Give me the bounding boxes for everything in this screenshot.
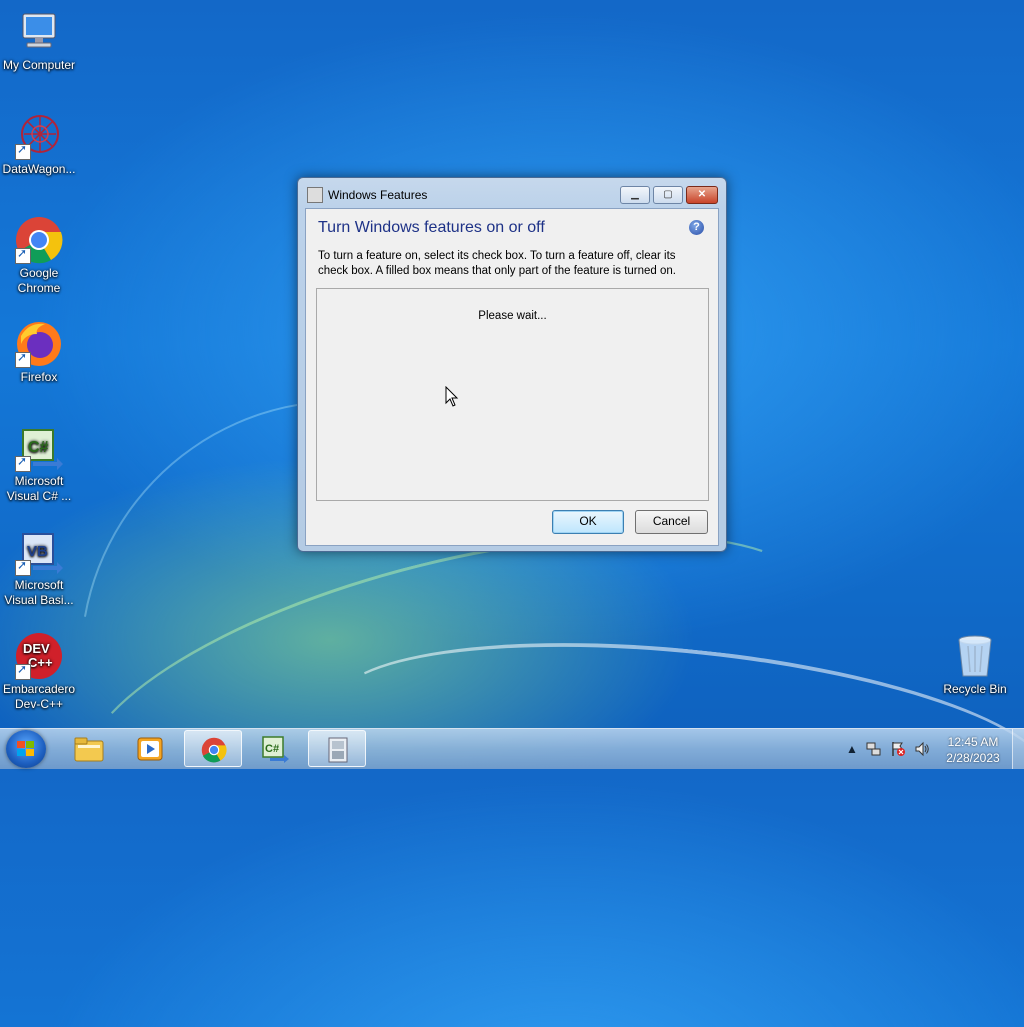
windows-features-icon bbox=[323, 736, 353, 764]
visual-basic-icon: VB bbox=[15, 528, 63, 576]
desktop-icon-label: Google Chrome bbox=[17, 266, 61, 295]
dialog-heading: Turn Windows features on or off bbox=[318, 219, 545, 236]
clock-time: 12:45 AM bbox=[947, 735, 999, 749]
desktop-icon-label: Microsoft Visual C# ... bbox=[6, 474, 72, 503]
desktop-icon-visual-basic[interactable]: VB Microsoft Visual Basi... bbox=[0, 528, 78, 608]
features-list[interactable]: Please wait... bbox=[316, 288, 709, 501]
shortcut-arrow-icon bbox=[15, 246, 31, 264]
chrome-icon bbox=[199, 736, 229, 764]
minimize-icon: ▁ bbox=[631, 189, 639, 200]
visual-csharp-icon: C# bbox=[15, 424, 63, 472]
windows-features-dialog: Windows Features ▁ ▢ ✕ Turn Windows feat… bbox=[297, 177, 727, 552]
recycle-bin-icon bbox=[951, 632, 999, 680]
taskbar-chrome[interactable] bbox=[184, 730, 242, 767]
dev-cpp-icon: DEV C++ bbox=[15, 632, 63, 680]
dialog-titlebar[interactable]: Windows Features ▁ ▢ ✕ bbox=[298, 178, 726, 208]
folder-icon bbox=[74, 735, 104, 763]
close-icon: ✕ bbox=[697, 189, 707, 200]
show-hidden-icons-button[interactable]: ▲ bbox=[844, 741, 860, 757]
desktop-icon-dev-cpp[interactable]: DEV C++ Embarcadero Dev-C++ bbox=[0, 632, 78, 712]
taskbar-clock[interactable]: 12:45 AM 2/28/2023 bbox=[940, 734, 1006, 766]
desktop-icon-firefox[interactable]: Firefox bbox=[0, 320, 78, 385]
desktop-icon-label: Embarcadero Dev-C++ bbox=[2, 682, 76, 711]
show-desktop-button[interactable] bbox=[1012, 729, 1024, 769]
visual-csharp-icon: C# bbox=[260, 735, 290, 763]
network-icon[interactable] bbox=[866, 741, 882, 757]
clock-date: 2/28/2023 bbox=[946, 751, 1000, 765]
svg-text:C#: C# bbox=[265, 743, 279, 755]
shortcut-arrow-icon bbox=[15, 454, 31, 472]
datawagon-icon bbox=[15, 112, 63, 160]
minimize-button[interactable]: ▁ bbox=[620, 186, 650, 204]
taskbar-media-player[interactable] bbox=[121, 730, 179, 767]
desktop-icon-recycle-bin[interactable]: Recycle Bin bbox=[936, 632, 1014, 697]
desktop-icon-label: DataWagon... bbox=[2, 162, 76, 176]
loading-status: Please wait... bbox=[478, 310, 547, 322]
computer-icon bbox=[15, 8, 63, 56]
windows-features-icon bbox=[307, 187, 323, 203]
desktop-icon-datawagon[interactable]: DataWagon... bbox=[0, 112, 78, 177]
start-button[interactable] bbox=[6, 730, 46, 768]
dialog-title: Windows Features bbox=[328, 188, 428, 202]
shortcut-arrow-icon bbox=[15, 142, 31, 160]
desktop-icon-my-computer[interactable]: My Computer bbox=[0, 8, 78, 73]
desktop-icon-label: Recycle Bin bbox=[943, 682, 1007, 696]
help-icon[interactable]: ? bbox=[689, 220, 704, 235]
action-center-flag-icon[interactable] bbox=[890, 741, 906, 757]
dialog-client-area: Turn Windows features on or off ? To tur… bbox=[305, 208, 719, 546]
svg-text:C#: C# bbox=[28, 439, 49, 456]
svg-text:DEV: DEV bbox=[23, 641, 50, 656]
chrome-icon bbox=[15, 216, 63, 264]
maximize-icon: ▢ bbox=[663, 189, 673, 200]
desktop-icon-label: My Computer bbox=[2, 58, 76, 72]
svg-text:VB: VB bbox=[27, 543, 48, 560]
desktop-icon-label: Microsoft Visual Basi... bbox=[4, 578, 74, 607]
svg-text:C++: C++ bbox=[28, 655, 53, 670]
shortcut-arrow-icon bbox=[15, 662, 31, 680]
volume-icon[interactable] bbox=[914, 741, 930, 757]
desktop-icon-label: Firefox bbox=[20, 370, 58, 384]
taskbar-visual-csharp[interactable]: C# bbox=[246, 730, 304, 767]
cancel-button[interactable]: Cancel bbox=[635, 510, 708, 534]
firefox-icon bbox=[15, 320, 63, 368]
windows-logo-icon bbox=[17, 741, 35, 757]
taskbar: C# ▲ 12:45 AM 2/28/2023 bbox=[0, 728, 1024, 769]
taskbar-explorer[interactable] bbox=[60, 730, 118, 767]
taskbar-windows-features[interactable] bbox=[308, 730, 366, 767]
media-player-icon bbox=[135, 735, 165, 763]
dialog-description: To turn a feature on, select its check b… bbox=[318, 250, 676, 277]
shortcut-arrow-icon bbox=[15, 558, 31, 576]
desktop-icon-visual-csharp[interactable]: C# Microsoft Visual C# ... bbox=[0, 424, 78, 504]
shortcut-arrow-icon bbox=[15, 350, 31, 368]
desktop-icon-google-chrome[interactable]: Google Chrome bbox=[0, 216, 78, 296]
close-button[interactable]: ✕ bbox=[686, 186, 718, 204]
maximize-button[interactable]: ▢ bbox=[653, 186, 683, 204]
ok-button[interactable]: OK bbox=[552, 510, 624, 534]
